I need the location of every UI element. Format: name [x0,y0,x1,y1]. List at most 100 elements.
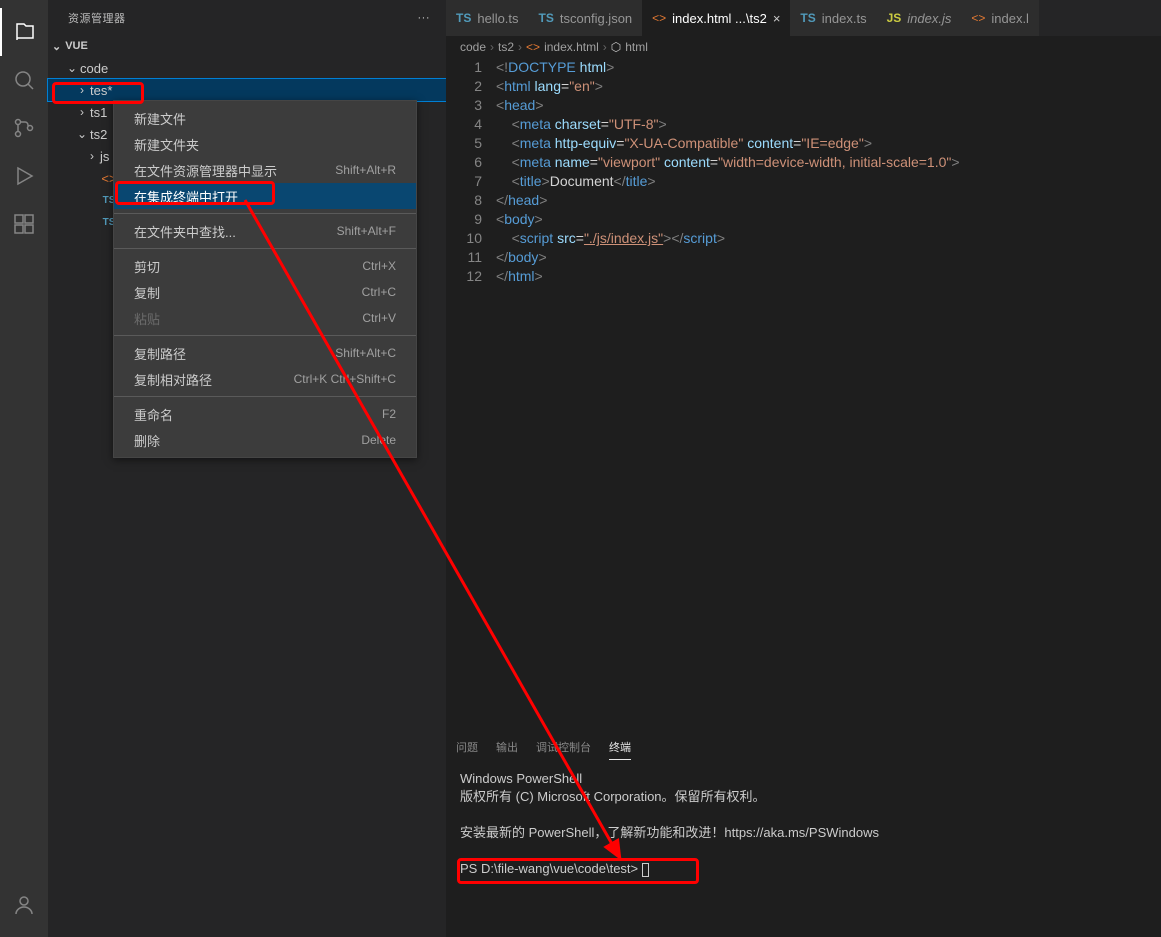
menu-item-label: 粘贴 [134,309,160,328]
menu-item[interactable]: 删除 Delete [114,427,416,453]
breadcrumb-item[interactable]: ts2 [498,40,514,54]
menu-shortcut: Delete [361,433,396,447]
search-icon[interactable] [0,56,48,104]
menu-item[interactable]: 复制 Ctrl+C [114,279,416,305]
menu-item[interactable]: 新建文件 [114,105,416,131]
editor-tab[interactable]: TS index.ts [790,0,876,36]
menu-item-label: 在文件资源管理器中显示 [134,161,277,180]
code-editor[interactable]: 123456789101112 <!DOCTYPE html><html lan… [446,58,1161,286]
breadcrumb-item[interactable]: ⬡html [611,40,648,54]
editor-tabs: TS hello.ts TS tsconfig.json <>index.html ..… [446,0,1161,36]
menu-item[interactable]: 在文件夹中查找...Shift+Alt+F [114,218,416,244]
debug-icon[interactable] [0,152,48,200]
account-icon[interactable] [0,881,48,929]
extensions-icon[interactable] [0,200,48,248]
tab-label: index.js [907,11,951,26]
tree-item[interactable]: ›tes* [48,79,446,101]
terminal-panel: 问题输出调试控制台终端 Windows PowerShell版权所有 (C) M… [446,732,1161,937]
terminal-line: 安装最新的 PowerShell，了解新功能和改进！https://aka.ms… [460,824,1147,842]
panel-tab[interactable]: 终端 [609,735,631,760]
ts-file-icon: TS [539,11,554,25]
menu-item: 粘贴Ctrl+V [114,305,416,331]
terminal-content[interactable]: Windows PowerShell版权所有 (C) Microsoft Cor… [446,762,1161,886]
editor-tab[interactable]: TS hello.ts [446,0,529,36]
terminal-line: Windows PowerShell [460,770,1147,788]
breadcrumb-separator: › [518,40,522,54]
menu-item-label: 新建文件 [134,109,186,128]
breadcrumb-separator: › [603,40,607,54]
menu-item[interactable]: 复制路径 Shift+Alt+C [114,340,416,366]
html-file-icon: <> [971,11,985,25]
menu-item-label: 在文件夹中查找... [134,222,236,241]
terminal-line: PS D:\file-wang\vue\code\test> [460,860,1147,878]
editor-tab[interactable]: <>index.html ...\ts2× [642,0,790,36]
tree-item-label: ts2 [90,127,107,142]
line-numbers: 123456789101112 [446,58,496,286]
tree-item-label: ts1 [90,105,107,120]
more-icon[interactable]: ··· [418,12,431,24]
panel-tab[interactable]: 问题 [456,735,478,759]
editor-tab[interactable]: TS tsconfig.json [529,0,643,36]
menu-item[interactable]: 重命名 F2 [114,401,416,427]
menu-item-label: 重命名 [134,405,173,424]
close-icon[interactable]: × [773,11,781,26]
breadcrumb-item[interactable]: code [460,40,486,54]
tree-item[interactable]: ⌄code [48,57,446,79]
menu-shortcut: Shift+Alt+R [335,163,396,177]
terminal-line: 版权所有 (C) Microsoft Corporation。保留所有权利。 [460,788,1147,806]
tab-label: tsconfig.json [560,11,632,26]
explorer-icon[interactable] [0,8,48,56]
menu-shortcut: F2 [382,407,396,421]
menu-item-label: 新建文件夹 [134,135,199,154]
panel-tab[interactable]: 输出 [496,735,518,759]
project-header[interactable]: ⌄ VUE [48,35,446,57]
menu-item[interactable]: 在集成终端中打开 [114,183,416,209]
tree-item-label: code [80,61,108,76]
code-content[interactable]: <!DOCTYPE html><html lang="en"><head> <m… [496,58,960,286]
menu-item-label: 删除 [134,431,160,450]
sidebar-header: 资源管理器 ··· [48,0,446,35]
activity-bar [0,0,48,937]
menu-item[interactable]: 剪切Ctrl+X [114,253,416,279]
breadcrumb-item[interactable]: <>index.html [526,40,599,54]
ts-file-icon: TS [456,11,471,25]
menu-item[interactable]: 复制相对路径Ctrl+K Ctrl+Shift+C [114,366,416,392]
ts-file-icon: TS [800,11,815,25]
chevron-down-icon: ⌄ [52,40,61,53]
chevron-icon: › [84,149,100,163]
html-file-icon: <> [526,40,540,54]
context-menu: 新建文件新建文件夹在文件资源管理器中显示Shift+Alt+R在集成终端中打开在… [113,100,417,458]
breadcrumb-separator: › [490,40,494,54]
project-name: VUE [65,40,88,52]
tree-item-label: tes* [90,83,112,98]
menu-item-label: 复制 [134,283,160,302]
editor-area: TS hello.ts TS tsconfig.json <>index.html ..… [446,0,1161,937]
menu-separator [114,396,416,397]
menu-item[interactable]: 新建文件夹 [114,131,416,157]
menu-item[interactable]: 在文件资源管理器中显示 Shift+Alt+R [114,157,416,183]
tab-label: hello.ts [477,11,518,26]
breadcrumbs[interactable]: code › ts2 › <>index.html › ⬡html [446,36,1161,58]
menu-item-label: 复制相对路径 [134,370,212,389]
chevron-icon: ⌄ [74,127,90,141]
tab-label: index.l [991,11,1029,26]
menu-shortcut: Shift+Alt+C [335,346,396,360]
menu-item-label: 在集成终端中打开 [134,187,238,206]
menu-shortcut: Ctrl+C [362,285,396,299]
editor-tab[interactable]: <> index.l [961,0,1039,36]
menu-shortcut: Ctrl+X [362,259,396,273]
chevron-icon: ⌄ [64,61,80,75]
panel-tab[interactable]: 调试控制台 [536,735,591,759]
tab-label: index.ts [822,11,867,26]
editor-tab[interactable]: JSindex.js [877,0,962,36]
html-file-icon: <> [652,11,666,25]
terminal-line [460,842,1147,860]
menu-item-label: 复制路径 [134,344,186,363]
menu-separator [114,213,416,214]
source-control-icon[interactable] [0,104,48,152]
tree-item-label: js [100,149,109,164]
element-icon: ⬡ [611,40,621,54]
chevron-icon: › [74,83,90,97]
chevron-icon: › [74,105,90,119]
terminal-line [460,806,1147,824]
